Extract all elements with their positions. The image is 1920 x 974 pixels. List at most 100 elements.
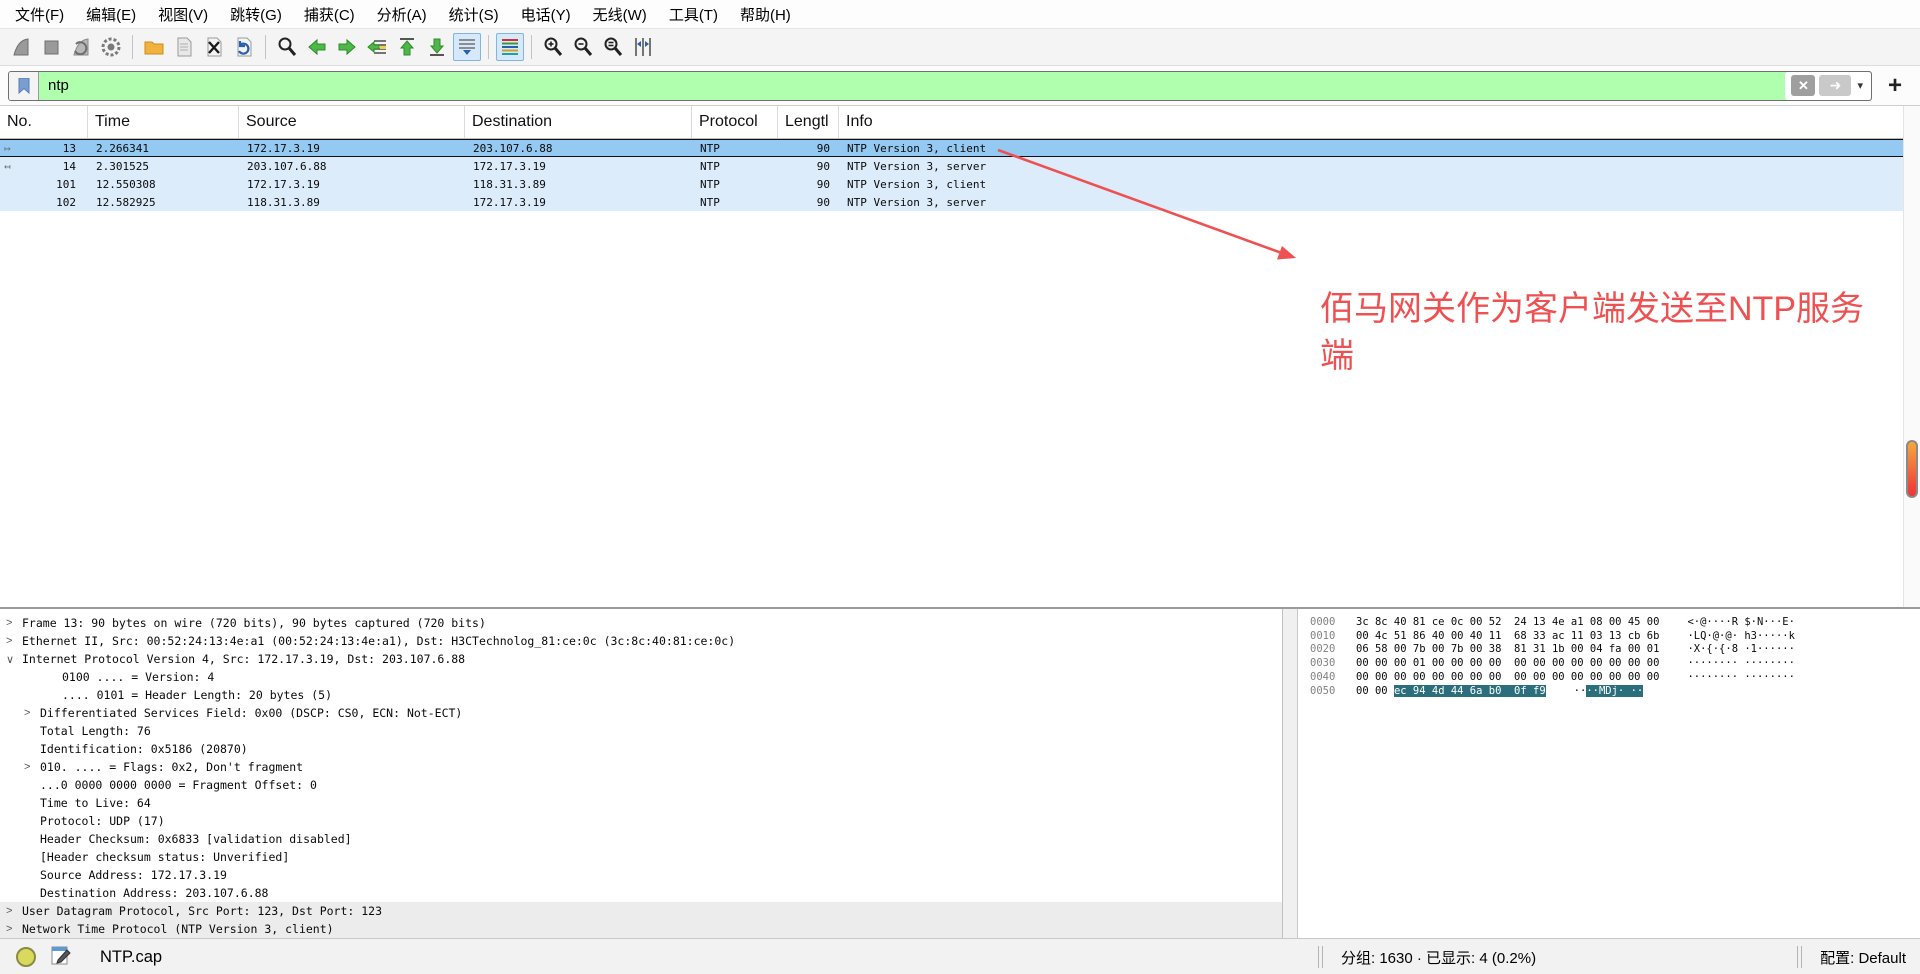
expander-icon[interactable]: > bbox=[24, 761, 40, 773]
zoom-reset-icon[interactable] bbox=[599, 33, 627, 61]
column-header-source[interactable]: Source bbox=[239, 106, 465, 138]
expander-icon[interactable]: > bbox=[24, 707, 40, 719]
reload-file-icon[interactable] bbox=[230, 33, 258, 61]
resize-columns-icon[interactable] bbox=[629, 33, 657, 61]
menu-capture[interactable]: 捕获(C) bbox=[293, 0, 366, 28]
filter-clear-button[interactable]: ✕ bbox=[1791, 75, 1815, 96]
detail-line[interactable]: >Differentiated Services Field: 0x00 (DS… bbox=[0, 704, 1282, 722]
menu-help[interactable]: 帮助(H) bbox=[729, 0, 802, 28]
hex-row[interactable]: 001000 4c 51 86 40 00 40 11 68 33 ac 11 … bbox=[1298, 630, 1920, 644]
restart-capture-icon[interactable] bbox=[67, 33, 95, 61]
filter-controls: ✕ ➜ ▾ bbox=[1785, 72, 1871, 100]
packet-row[interactable]: 101 12.550308 172.17.3.19 118.31.3.89 NT… bbox=[0, 175, 1920, 193]
column-header-no[interactable]: No. bbox=[0, 106, 88, 138]
save-file-icon[interactable] bbox=[170, 33, 198, 61]
go-forward-icon[interactable] bbox=[333, 33, 361, 61]
zoom-out-icon[interactable] bbox=[569, 33, 597, 61]
hex-row[interactable]: 00003c 8c 40 81 ce 0c 00 52 24 13 4e a1 … bbox=[1298, 616, 1920, 630]
detail-line[interactable]: Header Checksum: 0x6833 [validation disa… bbox=[0, 830, 1282, 848]
capture-options-icon[interactable] bbox=[97, 33, 125, 61]
go-to-bottom-icon[interactable] bbox=[423, 33, 451, 61]
menu-go[interactable]: 跳转(G) bbox=[219, 0, 293, 28]
column-header-time[interactable]: Time bbox=[88, 106, 239, 138]
detail-line[interactable]: ...0 0000 0000 0000 = Fragment Offset: 0 bbox=[0, 776, 1282, 794]
hex-ascii: ········ ········ bbox=[1687, 657, 1794, 669]
profile-label[interactable]: 配置: Default bbox=[1802, 947, 1920, 968]
column-header-length[interactable]: Lengtl bbox=[778, 106, 839, 138]
cell-length: 90 bbox=[778, 160, 839, 173]
open-file-icon[interactable] bbox=[140, 33, 168, 61]
go-to-top-icon[interactable] bbox=[393, 33, 421, 61]
bottom-panes: >Frame 13: 90 bytes on wire (720 bits), … bbox=[0, 607, 1920, 938]
detail-line[interactable]: 0100 .... = Version: 4 bbox=[0, 668, 1282, 686]
expert-info-icon[interactable] bbox=[16, 947, 36, 967]
hex-bytes-selected: ec 94 4d 44 6a b0 0f f9 bbox=[1394, 685, 1546, 697]
go-back-icon[interactable] bbox=[303, 33, 331, 61]
filter-bookmark-icon[interactable] bbox=[9, 72, 39, 100]
detail-line[interactable]: >010. .... = Flags: 0x2, Don't fragment bbox=[0, 758, 1282, 776]
filter-add-button[interactable]: + bbox=[1878, 71, 1912, 101]
capture-comment-icon[interactable] bbox=[50, 944, 72, 970]
filter-dropdown-icon[interactable]: ▾ bbox=[1855, 79, 1865, 92]
expander-icon[interactable]: > bbox=[6, 923, 22, 935]
menu-wireless[interactable]: 无线(W) bbox=[582, 0, 658, 28]
menu-analyze[interactable]: 分析(A) bbox=[366, 0, 438, 28]
detail-line[interactable]: .... 0101 = Header Length: 20 bytes (5) bbox=[0, 686, 1282, 704]
expander-icon[interactable]: > bbox=[6, 905, 22, 917]
packet-list-header: No. Time Source Destination Protocol Len… bbox=[0, 106, 1920, 139]
menu-view[interactable]: 视图(V) bbox=[147, 0, 219, 28]
column-header-info[interactable]: Info bbox=[839, 106, 1920, 138]
packet-row[interactable]: ↤14 2.301525 203.107.6.88 172.17.3.19 NT… bbox=[0, 157, 1920, 175]
detail-line[interactable]: >Frame 13: 90 bytes on wire (720 bits), … bbox=[0, 614, 1282, 632]
menu-tools[interactable]: 工具(T) bbox=[658, 0, 729, 28]
menu-statistics[interactable]: 统计(S) bbox=[438, 0, 510, 28]
detail-line[interactable]: Identification: 0x5186 (20870) bbox=[0, 740, 1282, 758]
stop-capture-icon[interactable] bbox=[37, 33, 65, 61]
hex-row[interactable]: 005000 00 ec 94 4d 44 6a b0 0f f9····MDj… bbox=[1298, 685, 1920, 699]
zoom-in-icon[interactable] bbox=[539, 33, 567, 61]
column-header-destination[interactable]: Destination bbox=[465, 106, 692, 138]
menu-telephony[interactable]: 电话(Y) bbox=[510, 0, 582, 28]
packet-counts: 分组: 1630 · 已显示: 4 (0.2%) bbox=[1323, 947, 1797, 968]
packet-row[interactable]: ↦13 2.266341 172.17.3.19 203.107.6.88 NT… bbox=[0, 139, 1920, 157]
filter-text[interactable]: ntp bbox=[39, 77, 1785, 94]
detail-line[interactable]: >Ethernet II, Src: 00:52:24:13:4e:a1 (00… bbox=[0, 632, 1282, 650]
menu-edit[interactable]: 编辑(E) bbox=[75, 0, 147, 28]
detail-line[interactable]: Time to Live: 64 bbox=[0, 794, 1282, 812]
detail-line[interactable]: Protocol: UDP (17) bbox=[0, 812, 1282, 830]
detail-line[interactable]: >User Datagram Protocol, Src Port: 123, … bbox=[0, 902, 1282, 920]
expander-icon[interactable]: ∨ bbox=[6, 653, 22, 666]
auto-scroll-icon[interactable] bbox=[453, 33, 481, 61]
detail-line[interactable]: Source Address: 172.17.3.19 bbox=[0, 866, 1282, 884]
close-file-icon[interactable] bbox=[200, 33, 228, 61]
detail-text: Internet Protocol Version 4, Src: 172.17… bbox=[22, 652, 465, 666]
hex-row[interactable]: 004000 00 00 00 00 00 00 00 00 00 00 00 … bbox=[1298, 671, 1920, 685]
packet-row[interactable]: 102 12.582925 118.31.3.89 172.17.3.19 NT… bbox=[0, 193, 1920, 211]
detail-line[interactable]: ∨Internet Protocol Version 4, Src: 172.1… bbox=[0, 650, 1282, 668]
find-packet-icon[interactable] bbox=[273, 33, 301, 61]
cell-length: 90 bbox=[778, 178, 839, 191]
hex-row[interactable]: 002006 58 00 7b 00 7b 00 38 81 31 1b 00 … bbox=[1298, 643, 1920, 657]
packet-list-scrollbar[interactable] bbox=[1903, 106, 1920, 607]
detail-line[interactable]: Destination Address: 203.107.6.88 bbox=[0, 884, 1282, 902]
cell-destination: 118.31.3.89 bbox=[465, 178, 692, 191]
detail-text: Header Checksum: 0x6833 [validation disa… bbox=[40, 832, 352, 846]
expander-icon[interactable]: > bbox=[6, 635, 22, 647]
hex-row[interactable]: 003000 00 00 01 00 00 00 00 00 00 00 00 … bbox=[1298, 657, 1920, 671]
column-header-protocol[interactable]: Protocol bbox=[692, 106, 778, 138]
filter-apply-button[interactable]: ➜ bbox=[1819, 75, 1851, 96]
expander-icon[interactable]: > bbox=[6, 617, 22, 629]
detail-line[interactable]: Total Length: 76 bbox=[0, 722, 1282, 740]
go-to-packet-icon[interactable] bbox=[363, 33, 391, 61]
colorize-packets-icon[interactable] bbox=[496, 33, 524, 61]
display-filter-input[interactable]: ntp ✕ ➜ ▾ bbox=[8, 71, 1872, 101]
toolbar-separator bbox=[132, 35, 133, 59]
detail-line[interactable]: >Network Time Protocol (NTP Version 3, c… bbox=[0, 920, 1282, 938]
cell-protocol: NTP bbox=[692, 178, 778, 191]
start-capture-icon[interactable] bbox=[7, 33, 35, 61]
menu-file[interactable]: 文件(F) bbox=[4, 0, 75, 28]
capture-filename[interactable]: NTP.cap bbox=[100, 948, 162, 967]
detail-line[interactable]: [Header checksum status: Unverified] bbox=[0, 848, 1282, 866]
scrollbar-thumb[interactable] bbox=[1906, 440, 1918, 498]
details-scrollbar[interactable] bbox=[1283, 609, 1298, 938]
